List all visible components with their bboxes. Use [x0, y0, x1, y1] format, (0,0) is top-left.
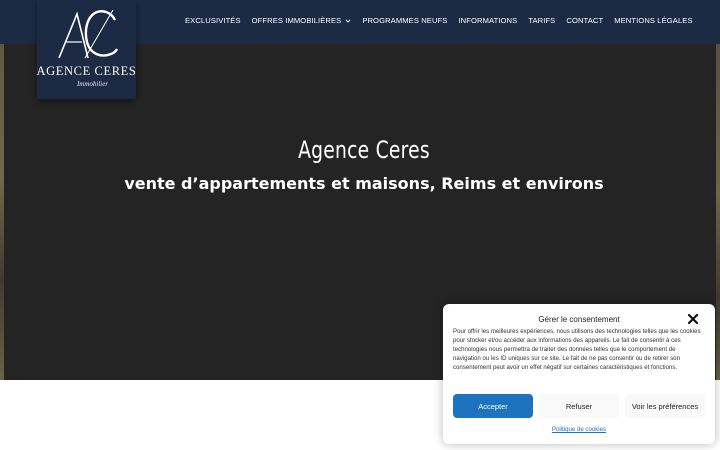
- cookie-consent-dialog: Gérer le consentement Pour offrir les me…: [443, 304, 715, 444]
- chevron-down-icon: [345, 18, 351, 23]
- nav-item-label: CONTACT: [566, 16, 604, 25]
- accept-button[interactable]: Accepter: [453, 394, 533, 418]
- hero-subtitle: vente d’appartements et maisons, Reims e…: [124, 174, 604, 193]
- consent-title: Gérer le consentement: [538, 315, 620, 324]
- main-menu: EXCLUSIVITÉS OFFRES IMMOBILIÈRES PROGRAM…: [185, 16, 693, 25]
- refuse-button[interactable]: Refuser: [539, 394, 619, 418]
- site-logo[interactable]: AGENCE CERES Immobilier: [37, 0, 136, 99]
- logo-monogram: [57, 9, 118, 59]
- nav-item-offres-immobilieres[interactable]: OFFRES IMMOBILIÈRES: [252, 16, 352, 25]
- nav-item-label: TARIFS: [528, 16, 556, 25]
- nav-item-label: INFORMATIONS: [458, 16, 518, 25]
- nav-item-tarifs[interactable]: TARIFS: [528, 16, 555, 25]
- close-icon[interactable]: [687, 313, 699, 325]
- nav-item-informations[interactable]: INFORMATIONS: [458, 16, 517, 25]
- nav-item-exclusivites[interactable]: EXCLUSIVITÉS: [185, 16, 241, 25]
- nav-item-programmes-neufs[interactable]: PROGRAMMES NEUFS: [362, 16, 447, 25]
- view-preferences-button[interactable]: Voir les préférences: [625, 394, 705, 418]
- nav-item-contact[interactable]: CONTACT: [566, 16, 603, 25]
- nav-item-label: EXCLUSIVITÉS: [185, 16, 241, 25]
- cookie-policy-link[interactable]: Politique de cookies: [443, 426, 715, 433]
- nav-item-label: MENTIONS LÉGALES: [614, 16, 693, 25]
- hero-title: Agence Ceres: [298, 136, 430, 164]
- logo-title: AGENCE CERES: [36, 64, 137, 78]
- logo-subtitle: Immobilier: [76, 80, 109, 88]
- nav-item-label: PROGRAMMES NEUFS: [362, 16, 448, 25]
- consent-message: Pour offrir les meilleures expériences, …: [453, 328, 701, 372]
- nav-item-label: OFFRES IMMOBILIÈRES: [251, 16, 342, 25]
- nav-item-mentions-legales[interactable]: MENTIONS LÉGALES: [614, 16, 692, 25]
